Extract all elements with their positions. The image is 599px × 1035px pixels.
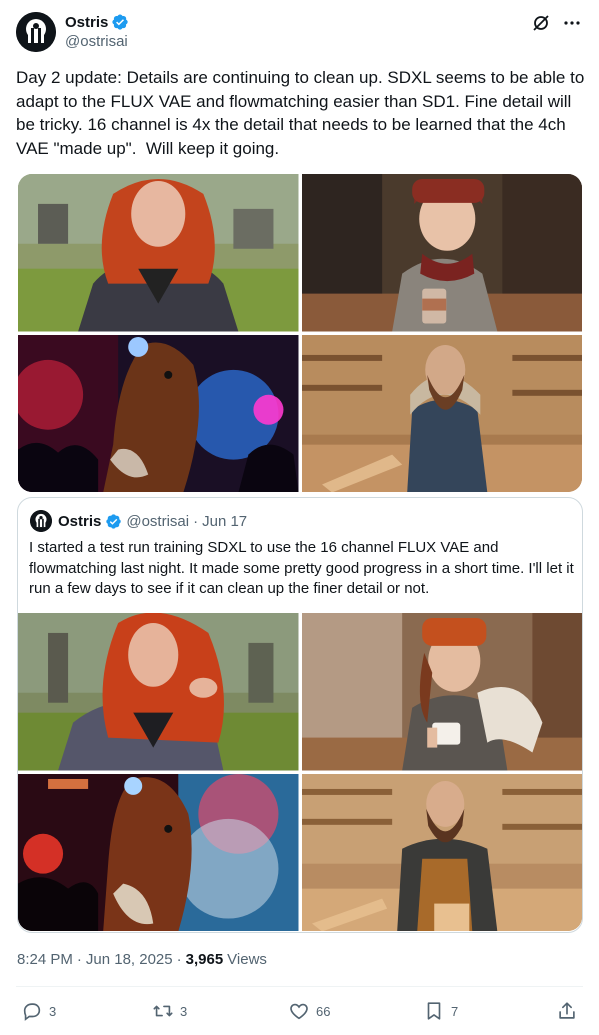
tweet-date[interactable]: Jun 18, 2025	[86, 951, 173, 968]
quoted-media-photo-woman-coffee[interactable]	[301, 613, 582, 771]
quoted-author-avatar	[30, 510, 52, 532]
reply-count: 3	[49, 1003, 57, 1019]
author-handle[interactable]: @ostrisai	[65, 33, 128, 50]
media-photo-woodworker[interactable]	[301, 334, 582, 492]
media-photo-woman-coffee[interactable]	[301, 174, 582, 332]
meta-separator: ·	[176, 951, 182, 968]
media-photo-horse-club[interactable]	[18, 334, 299, 492]
reply-icon	[23, 1003, 41, 1021]
tweet-time[interactable]: 8:24 PM	[17, 951, 73, 968]
verified-badge-icon	[112, 14, 129, 30]
author-avatar[interactable]	[16, 12, 56, 52]
bookmark-count: 7	[451, 1003, 459, 1019]
ostris-logo-icon	[30, 510, 52, 532]
share-button[interactable]	[556, 1000, 578, 1022]
tweet-media-grid	[18, 174, 582, 492]
verified-badge-icon	[106, 513, 122, 529]
bookmark-icon	[427, 1002, 441, 1020]
bookmark-button[interactable]: 7	[423, 1000, 458, 1022]
quoted-tweet-header: Ostris @ostrisai · Jun 17	[30, 510, 247, 532]
author-name-row: Ostris	[65, 13, 129, 31]
tweet-text: Day 2 update: Details are continuing to …	[16, 68, 590, 158]
views-label: Views	[227, 951, 267, 968]
repost-icon	[153, 1005, 173, 1017]
quoted-separator: ·	[193, 512, 199, 530]
heart-icon	[290, 1003, 308, 1020]
share-icon	[559, 1002, 575, 1019]
quoted-media-grid	[18, 613, 582, 931]
meta-separator: ·	[76, 951, 82, 968]
quoted-media-photo-woman-park[interactable]	[18, 613, 299, 771]
more-icon[interactable]	[563, 14, 581, 32]
tweet-meta: 8:24 PM · Jun 18, 2025 · 3,965 Views	[17, 951, 267, 968]
reply-button[interactable]: 3	[21, 1000, 56, 1022]
author-name[interactable]: Ostris	[65, 14, 108, 31]
quoted-tweet-text: I started a test run training SDXL to us…	[29, 539, 574, 597]
quoted-date: Jun 17	[202, 512, 248, 530]
tweet-header: Ostris @ostrisai	[16, 11, 583, 55]
repost-count: 3	[180, 1003, 188, 1019]
ostris-logo-icon	[16, 12, 56, 52]
quoted-media-photo-woodworker[interactable]	[301, 773, 582, 931]
header-actions	[531, 13, 581, 33]
quoted-author-name: Ostris	[58, 512, 102, 530]
media-photo-woman-park[interactable]	[18, 174, 299, 332]
views-count: 3,965	[185, 951, 224, 968]
quoted-author-handle: @ostrisai	[126, 512, 190, 530]
divider	[16, 986, 583, 987]
like-button[interactable]: 66	[288, 1000, 330, 1022]
quoted-media-photo-horse-club[interactable]	[18, 773, 299, 931]
action-bar: 3 3 66 7	[21, 1000, 581, 1024]
repost-button[interactable]: 3	[152, 1000, 187, 1022]
grok-slash-icon[interactable]	[531, 13, 551, 33]
like-count: 66	[316, 1003, 331, 1019]
